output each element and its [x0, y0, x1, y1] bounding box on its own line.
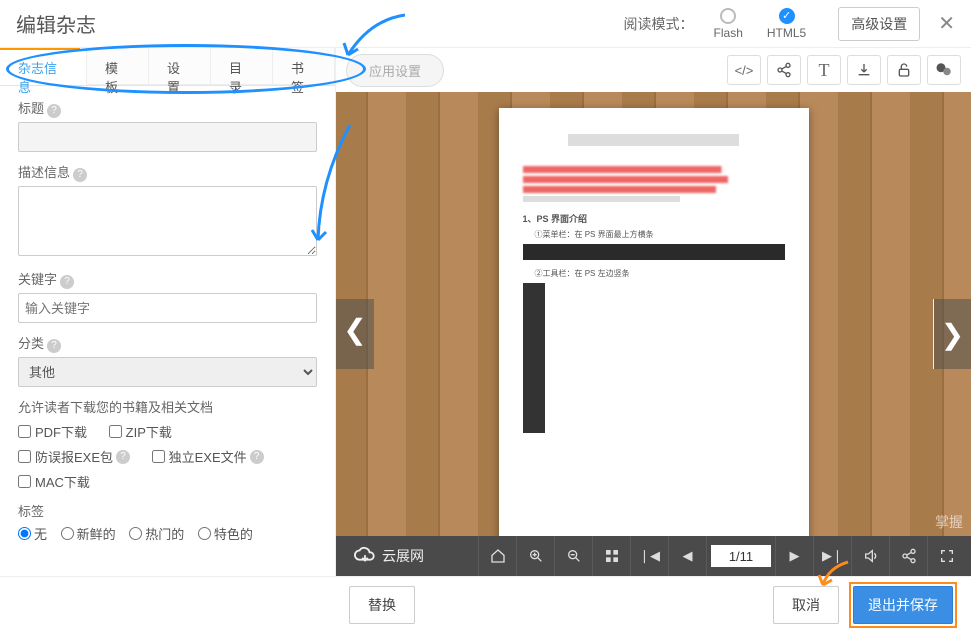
- tag-fresh[interactable]: 新鲜的: [61, 524, 116, 543]
- reading-mode-label: 阅读模式：: [624, 14, 694, 34]
- description-label: 描述信息?: [18, 162, 317, 182]
- page-title: 编辑杂志: [16, 9, 96, 38]
- save-highlight: 退出并保存: [849, 582, 957, 628]
- tags-label: 标签: [18, 501, 317, 520]
- help-icon[interactable]: ?: [47, 104, 61, 118]
- reading-mode-flash-label: Flash: [714, 26, 743, 40]
- last-page-icon[interactable]: ▶❘: [813, 536, 851, 576]
- reading-mode-flash[interactable]: Flash: [714, 8, 743, 40]
- prev-icon[interactable]: ◀: [668, 536, 706, 576]
- save-exit-button[interactable]: 退出并保存: [853, 586, 953, 624]
- title-label: 标题?: [18, 98, 317, 118]
- checkbox-pdf[interactable]: PDF下载: [18, 422, 87, 441]
- thumbnails-icon[interactable]: [592, 536, 630, 576]
- wechat-icon[interactable]: [927, 55, 961, 85]
- watermark: 掌握: [935, 512, 963, 532]
- download-section-label: 允许读者下载您的书籍及相关文档: [18, 397, 317, 416]
- apply-settings-button[interactable]: 应用设置: [346, 54, 444, 87]
- replace-button[interactable]: 替换: [349, 586, 415, 624]
- fullscreen-icon[interactable]: [927, 536, 965, 576]
- title-input[interactable]: [18, 122, 317, 152]
- help-icon[interactable]: ?: [47, 339, 61, 353]
- keywords-input[interactable]: [18, 293, 317, 323]
- category-label: 分类?: [18, 333, 317, 353]
- category-select[interactable]: 其他: [18, 357, 317, 387]
- first-page-icon[interactable]: ❘◀: [630, 536, 668, 576]
- home-icon[interactable]: [478, 536, 516, 576]
- help-icon[interactable]: ?: [60, 275, 74, 289]
- prev-page-arrow[interactable]: ❮: [336, 299, 374, 369]
- page-number-display[interactable]: 1/11: [711, 545, 771, 567]
- brand-logo[interactable]: 云展网: [342, 545, 436, 567]
- next-icon[interactable]: ▶: [775, 536, 813, 576]
- reading-mode-html5-label: HTML5: [767, 26, 806, 40]
- tag-none[interactable]: 无: [18, 524, 47, 543]
- tabs-bar: 杂志信息 模板 设置 目录 书签: [0, 48, 335, 86]
- tag-featured[interactable]: 特色的: [198, 524, 253, 543]
- zoom-in-icon[interactable]: [516, 536, 554, 576]
- viewer-share-icon[interactable]: [889, 536, 927, 576]
- help-icon[interactable]: ?: [73, 168, 87, 182]
- help-icon[interactable]: ?: [116, 450, 130, 464]
- description-input[interactable]: [18, 186, 317, 256]
- tag-hot[interactable]: 热门的: [129, 524, 184, 543]
- keywords-label: 关键字?: [18, 269, 317, 289]
- close-icon[interactable]: ✕: [938, 11, 955, 36]
- tab-bookmark[interactable]: 书签: [273, 48, 335, 85]
- next-page-arrow[interactable]: ❯: [933, 299, 971, 369]
- checkbox-exe-safe[interactable]: 防误报EXE包?: [18, 447, 130, 466]
- tab-magazine-info[interactable]: 杂志信息: [0, 48, 87, 85]
- download-icon[interactable]: [847, 55, 881, 85]
- checkbox-exe-standalone[interactable]: 独立EXE文件?: [152, 447, 264, 466]
- tab-settings[interactable]: 设置: [149, 48, 211, 85]
- tab-toc[interactable]: 目录: [211, 48, 273, 85]
- text-icon[interactable]: T: [807, 55, 841, 85]
- preview-area: ❮ ❯ 1、PS 界面介绍 ①菜单栏：在 PS 界面最上方横条 ②工具栏：在 P…: [336, 92, 971, 576]
- tab-template[interactable]: 模板: [87, 48, 149, 85]
- zoom-out-icon[interactable]: [554, 536, 592, 576]
- cancel-button[interactable]: 取消: [773, 586, 839, 624]
- document-page: 1、PS 界面介绍 ①菜单栏：在 PS 界面最上方横条 ②工具栏：在 PS 左边…: [499, 108, 809, 560]
- code-icon[interactable]: </>: [727, 55, 761, 85]
- advanced-settings-button[interactable]: 高级设置: [838, 7, 920, 41]
- unlock-icon[interactable]: [887, 55, 921, 85]
- checkbox-zip[interactable]: ZIP下载: [109, 422, 172, 441]
- checkbox-mac[interactable]: MAC下载: [18, 472, 90, 491]
- reading-mode-html5[interactable]: ✓ HTML5: [767, 8, 806, 40]
- help-icon[interactable]: ?: [250, 450, 264, 464]
- sound-icon[interactable]: [851, 536, 889, 576]
- share-icon[interactable]: [767, 55, 801, 85]
